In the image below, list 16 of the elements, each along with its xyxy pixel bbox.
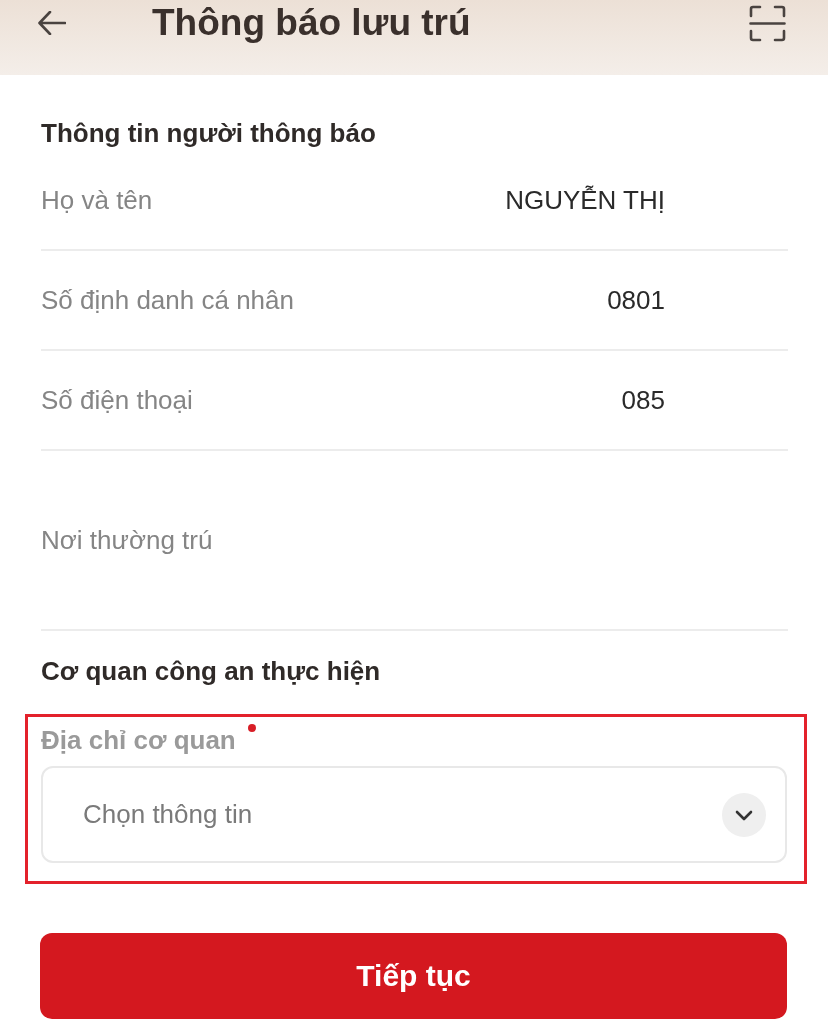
back-icon[interactable]: [38, 11, 66, 35]
field-value: 085: [621, 384, 665, 416]
field-value: NGUYỄN THỊ: [505, 184, 665, 216]
chevron-down-icon: [722, 792, 766, 837]
page-title: Thông báo lưu trú: [152, 1, 472, 45]
scan-icon[interactable]: [749, 4, 786, 42]
continue-button[interactable]: Tiếp tục: [40, 933, 787, 1019]
field-label: Số điện thoại: [41, 384, 193, 416]
field-label: Địa chỉ cơ quan: [41, 724, 236, 757]
field-label: Họ và tên: [41, 184, 153, 216]
field-label: Nơi thường trú: [41, 524, 213, 556]
select-field[interactable]: Chọn thông tin: [41, 766, 787, 863]
section-heading: Cơ quan công an thực hiện: [41, 655, 382, 688]
field-value: 0801: [607, 284, 665, 316]
section-heading: Thông tin người thông báo: [41, 117, 377, 150]
field-label: Số định danh cá nhân: [41, 284, 294, 316]
